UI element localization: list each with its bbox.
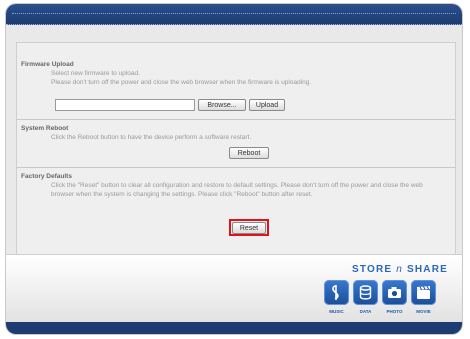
upload-button[interactable]: Upload — [249, 99, 285, 111]
system-reboot-desc: Click the Reboot button to have the devi… — [51, 134, 252, 141]
firmware-upload-warning: Please don't turn off the power and clos… — [51, 79, 312, 86]
top-bar — [6, 4, 462, 25]
factory-defaults-title: Factory Defaults — [21, 173, 72, 180]
clapperboard-icon — [417, 285, 430, 299]
movie-tile — [411, 280, 436, 305]
database-icon — [359, 285, 372, 300]
brand-text-n: n — [396, 264, 403, 275]
camera-icon — [388, 287, 401, 298]
music-label: MUSIC — [329, 309, 344, 314]
brand-text-share: SHARE — [406, 264, 448, 275]
system-reboot-title: System Reboot — [21, 125, 69, 132]
movie-label: MOVIE — [416, 309, 431, 314]
photo-tile — [382, 280, 407, 305]
app-window: Firmware Upload Select new firmware to u… — [6, 4, 462, 334]
music-icon — [332, 285, 339, 300]
browse-button[interactable]: Browse... — [198, 99, 246, 111]
photo-label: PHOTO — [386, 309, 403, 314]
section-divider — [17, 167, 455, 168]
firmware-upload-hint: Select new firmware to upload. — [51, 70, 140, 77]
bottom-bar — [6, 322, 462, 334]
factory-defaults-desc: Click the "Reset" button to clear all co… — [51, 182, 423, 198]
data-label: DATA — [359, 309, 372, 314]
store-n-share-logo: STORE n SHARE — [352, 264, 448, 275]
reboot-button[interactable]: Reboot — [229, 147, 269, 159]
brand-text-store: STORE — [351, 264, 393, 275]
data-tile — [353, 280, 378, 305]
firmware-upload-title: Firmware Upload — [21, 61, 74, 68]
reset-button[interactable]: Reset — [232, 222, 266, 234]
music-tile — [324, 280, 349, 305]
firmware-file-field[interactable] — [55, 99, 195, 111]
section-divider — [17, 119, 455, 120]
